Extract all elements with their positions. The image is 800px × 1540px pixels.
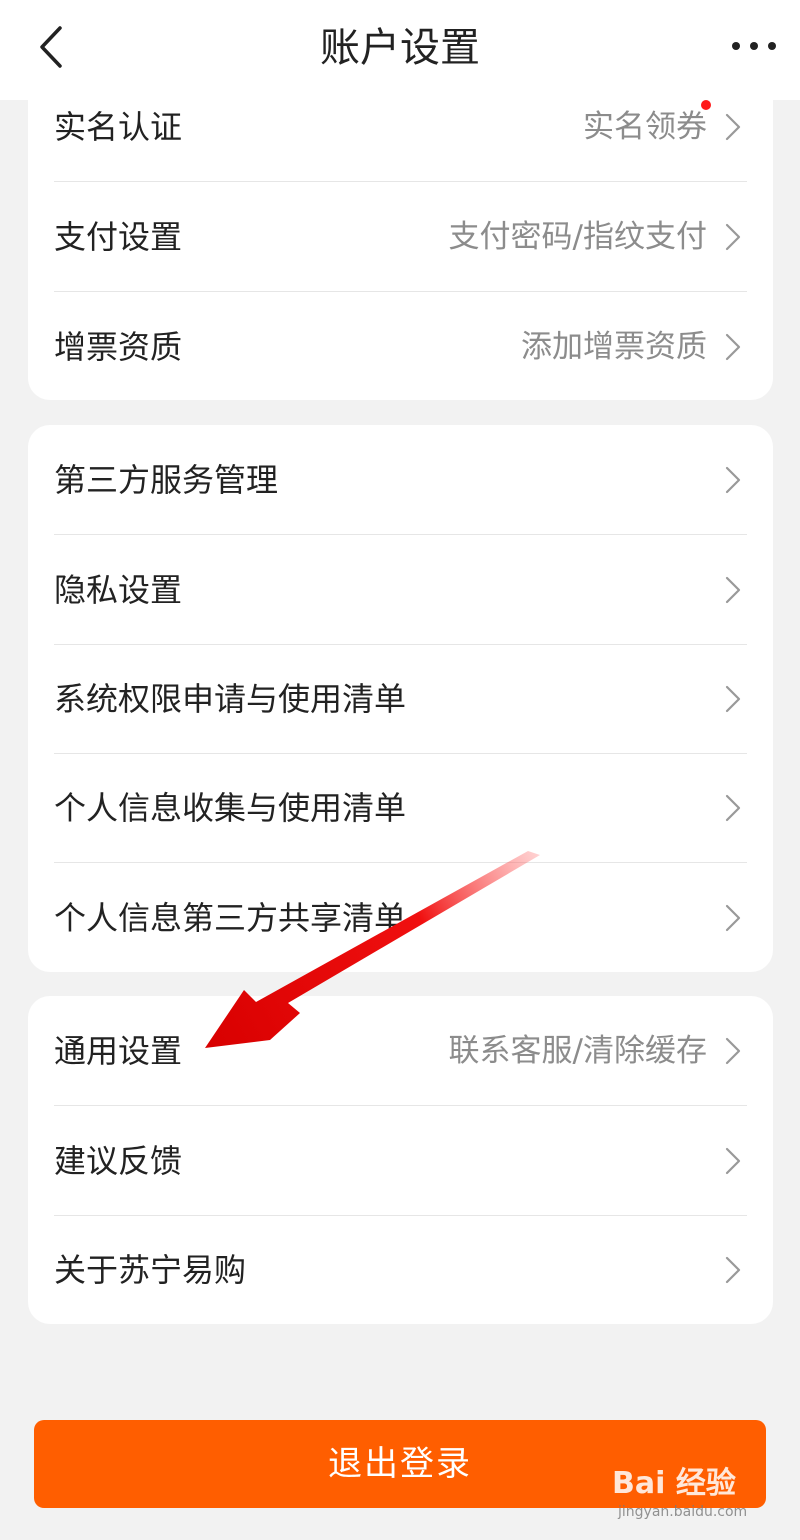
row-value: 添加增票资质 xyxy=(521,329,707,365)
settings-row-about[interactable]: 关于苏宁易购 xyxy=(54,1215,747,1324)
row-label: 支付设置 xyxy=(54,218,183,256)
settings-card-account: 实名认证 实名领券 支付设置 支付密码/指纹支付 增票资质 添加增票资质 xyxy=(28,60,773,400)
settings-row-privacy[interactable]: 隐私设置 xyxy=(54,535,747,645)
row-label: 个人信息第三方共享清单 xyxy=(54,899,407,937)
chevron-right-icon xyxy=(725,1147,741,1175)
chevron-right-icon xyxy=(725,466,741,494)
settings-row-personal-info-collection[interactable]: 个人信息收集与使用清单 xyxy=(54,753,747,863)
settings-card-privacy: 第三方服务管理 隐私设置 系统权限申请与使用清单 个人信息收集与使用清单 个人信… xyxy=(28,425,773,972)
more-horizontal-icon[interactable] xyxy=(730,30,778,62)
settings-row-third-party-sharing[interactable]: 个人信息第三方共享清单 xyxy=(54,863,747,972)
settings-row-third-party-services[interactable]: 第三方服务管理 xyxy=(54,425,747,535)
watermark-url: jingyan.baidu.com xyxy=(618,1504,748,1520)
row-label: 隐私设置 xyxy=(54,571,183,609)
chevron-right-icon xyxy=(725,333,741,361)
row-label: 关于苏宁易购 xyxy=(54,1251,247,1289)
watermark-text: Bai 经验 xyxy=(612,1466,736,1501)
row-label: 通用设置 xyxy=(54,1032,183,1070)
row-label: 增票资质 xyxy=(54,328,183,366)
row-label: 系统权限申请与使用清单 xyxy=(54,680,407,718)
row-label: 第三方服务管理 xyxy=(54,461,279,499)
chevron-right-icon xyxy=(725,113,741,141)
settings-card-general: 通用设置 联系客服/清除缓存 建议反馈 关于苏宁易购 xyxy=(28,996,773,1324)
header-bar: 账户设置 xyxy=(0,0,800,100)
chevron-right-icon xyxy=(725,1256,741,1284)
settings-row-feedback[interactable]: 建议反馈 xyxy=(54,1106,747,1216)
chevron-right-icon xyxy=(725,1037,741,1065)
watermark: Bai 经验 jingyan.baidu.com xyxy=(612,1452,792,1532)
chevron-right-icon xyxy=(725,794,741,822)
row-value: 联系客服/清除缓存 xyxy=(448,1033,707,1069)
chevron-right-icon xyxy=(725,576,741,604)
chevron-right-icon xyxy=(725,904,741,932)
settings-row-payment[interactable]: 支付设置 支付密码/指纹支付 xyxy=(54,182,747,292)
chevron-right-icon xyxy=(725,685,741,713)
settings-row-general[interactable]: 通用设置 联系客服/清除缓存 xyxy=(54,996,747,1106)
settings-row-system-permissions[interactable]: 系统权限申请与使用清单 xyxy=(54,644,747,754)
settings-row-vat-invoice[interactable]: 增票资质 添加增票资质 xyxy=(54,292,747,400)
chevron-right-icon xyxy=(725,223,741,251)
row-label: 建议反馈 xyxy=(54,1142,183,1180)
row-value: 支付密码/指纹支付 xyxy=(448,219,707,255)
row-label: 个人信息收集与使用清单 xyxy=(54,789,407,827)
notification-dot xyxy=(701,100,711,110)
page-title: 账户设置 xyxy=(320,25,480,71)
